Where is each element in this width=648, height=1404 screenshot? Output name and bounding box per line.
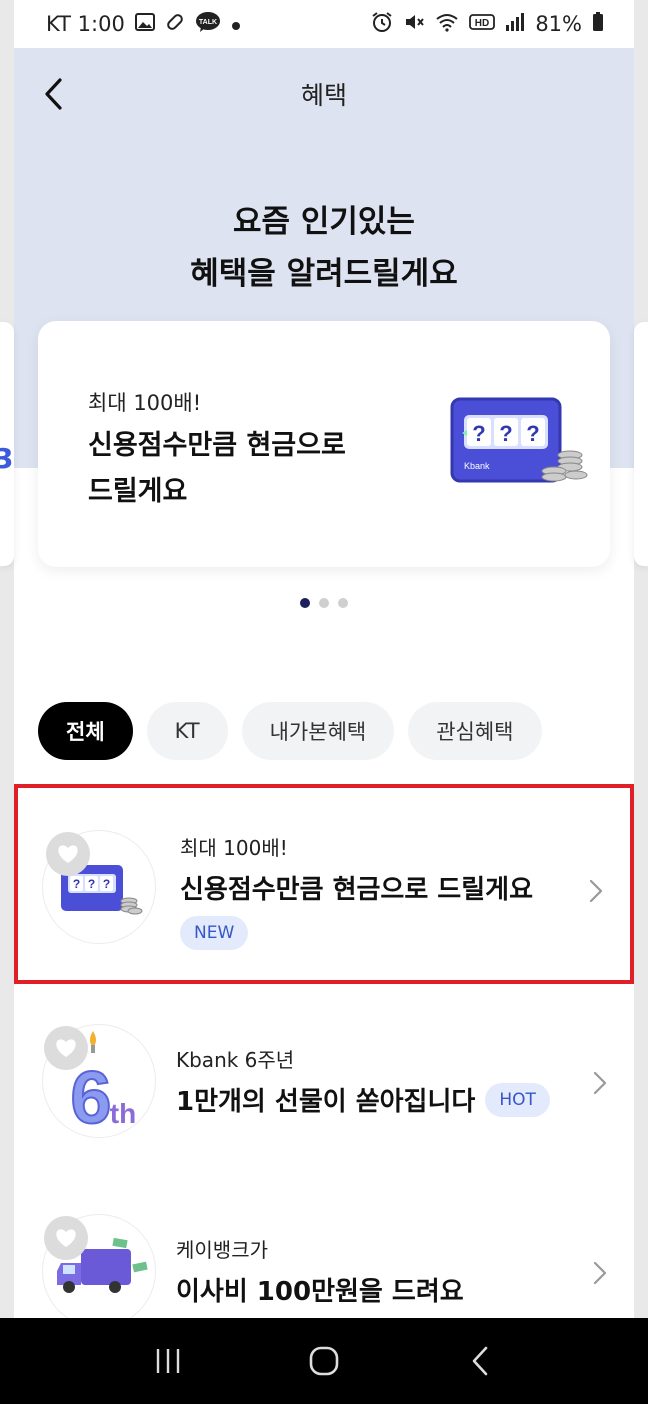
carousel-dot[interactable] [319, 598, 329, 608]
status-left: KT 1:00 TALK [46, 11, 241, 38]
svg-text:?: ? [103, 877, 110, 891]
new-badge: NEW [180, 916, 249, 950]
banner-title-line-1: 신용점수만큼 현금으로 [88, 430, 346, 461]
filter-chips: 전체 KT 내가본혜택 관심혜택 [38, 702, 542, 760]
mute-icon [403, 11, 425, 38]
back-button[interactable] [32, 72, 76, 116]
filter-chip-kt[interactable]: KT [146, 702, 228, 760]
benefit-text: Kbank 6주년 1만개의 선물이 쏟아집니다 HOT [176, 1044, 550, 1118]
svg-text:?: ? [499, 421, 512, 446]
gallery-icon [134, 12, 155, 36]
frame-edge-left [0, 0, 14, 1318]
back-icon [472, 1346, 488, 1376]
carousel-dot[interactable] [338, 598, 348, 608]
benefit-item-moving-fund[interactable]: 케이뱅크가 이사비 100만원을 드려요 [14, 1204, 634, 1318]
filter-chip-viewed[interactable]: 내가본혜택 [241, 702, 395, 760]
benefit-title-row: 1만개의 선물이 쏟아집니다 HOT [176, 1081, 550, 1118]
chevron-right-icon [593, 1261, 607, 1285]
favorite-heart-button[interactable] [44, 1026, 88, 1070]
benefit-text: 케이뱅크가 이사비 100만원을 드려요 [176, 1234, 464, 1308]
home-button[interactable] [294, 1331, 354, 1391]
candle-suffix: th [110, 1098, 136, 1129]
battery-icon [592, 11, 604, 37]
hero-line-1: 요즘 인기있는 [233, 204, 415, 240]
chevron-left-icon [45, 78, 62, 110]
svg-text:?: ? [73, 877, 80, 891]
banner-title: 신용점수만큼 현금으로 드릴게요 [88, 423, 418, 515]
wifi-icon [435, 12, 459, 37]
benefit-item-credit-cash[interactable]: ? ? ? 최대 100배! 신용점수만큼 현금으로 드릴게요 NEW [14, 784, 634, 984]
filter-chip-interest[interactable]: 관심혜택 [408, 702, 542, 760]
pill-icon [165, 12, 185, 37]
hero-line-2: 혜택을 알려드릴게요 [190, 256, 458, 292]
favorite-heart-button[interactable] [46, 832, 90, 876]
alarm-icon [371, 11, 393, 38]
heart-icon [58, 845, 78, 863]
signal-icon [505, 12, 525, 37]
slot-brand: Kbank [464, 461, 490, 471]
benefit-text: 최대 100배! 신용점수만큼 현금으로 드릴게요 NEW [180, 832, 533, 950]
svg-text:?: ? [472, 421, 485, 446]
benefit-item-anniversary[interactable]: 6 th Kbank 6주년 1만개의 선물이 쏟아집니다 HOT [14, 1014, 634, 1184]
svg-text:?: ? [526, 421, 539, 446]
status-bar: KT 1:00 TALK HD 81% [14, 0, 634, 48]
page-title: 혜택 [300, 81, 347, 110]
banner-title-line-2: 드릴게요 [88, 476, 188, 507]
carrier-time: KT 1:00 [46, 12, 125, 36]
frame-edge-right [634, 0, 648, 1318]
heart-icon [56, 1229, 76, 1247]
dot-icon [231, 12, 241, 36]
carousel-prev-card[interactable]: 3 [0, 322, 14, 566]
recent-apps-button[interactable] [138, 1331, 198, 1391]
benefit-subtitle: 케이뱅크가 [176, 1238, 268, 1262]
system-nav-bar [0, 1318, 648, 1404]
battery-percent: 81% [535, 12, 582, 36]
system-back-button[interactable] [450, 1331, 510, 1391]
heart-icon [56, 1039, 76, 1057]
carousel-banner-card[interactable]: 최대 100배! 신용점수만큼 현금으로 드릴게요 ? ? ? Kbank [38, 321, 610, 567]
favorite-heart-button[interactable] [44, 1216, 88, 1260]
benefit-subtitle: Kbank 6주년 [176, 1048, 295, 1072]
carousel-next-card[interactable] [634, 322, 648, 566]
banner-subtitle: 최대 100배! [88, 391, 202, 415]
recent-apps-icon [156, 1349, 180, 1373]
slot-machine-illustration: ? ? ? Kbank [450, 393, 590, 493]
chevron-right-icon [589, 879, 603, 903]
filter-chip-all[interactable]: 전체 [38, 702, 133, 760]
chevron-right-icon [593, 1071, 607, 1095]
hd-icon: HD [469, 12, 496, 37]
top-bar: 혜택 [14, 48, 634, 140]
benefit-title: 1만개의 선물이 쏟아집니다 [176, 1087, 476, 1117]
candle-number: 6 [70, 1056, 111, 1138]
talk-label: TALK [199, 19, 217, 26]
hot-badge: HOT [485, 1082, 550, 1117]
hero-heading: 요즘 인기있는 혜택을 알려드릴게요 [14, 196, 634, 300]
benefit-subtitle: 최대 100배! [180, 836, 288, 860]
carousel-dot-active[interactable] [300, 598, 310, 608]
hd-label: HD [475, 18, 489, 29]
benefit-title: 신용점수만큼 현금으로 드릴게요 [180, 875, 533, 905]
svg-text:?: ? [88, 877, 95, 891]
benefit-title: 이사비 100만원을 드려요 [176, 1277, 464, 1307]
kakaotalk-icon: TALK [195, 11, 221, 38]
home-icon [309, 1346, 339, 1376]
status-right: HD 81% [371, 11, 604, 38]
carousel-indicator [0, 598, 648, 608]
